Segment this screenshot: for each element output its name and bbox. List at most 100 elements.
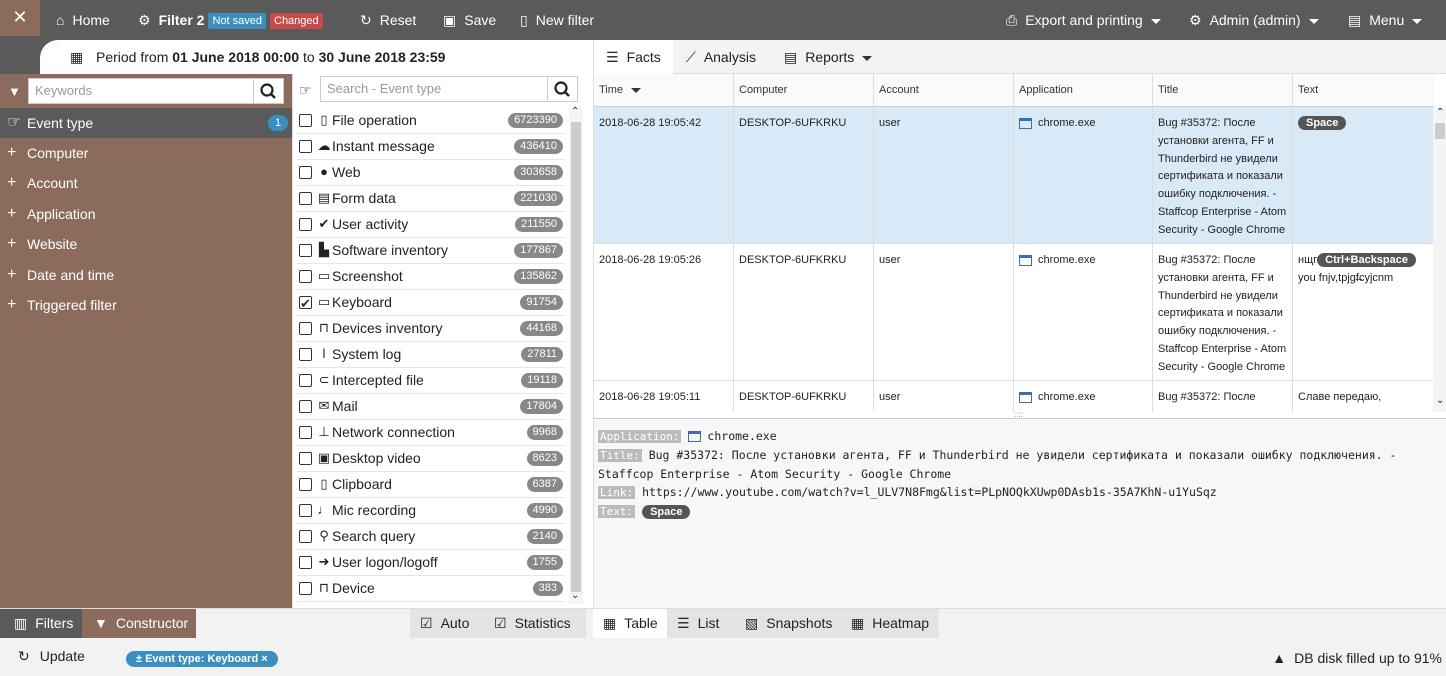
event-type-item[interactable]: ⊓ Devices inventory 44168	[297, 316, 565, 342]
home-button[interactable]: ⌂ Home	[56, 0, 110, 40]
event-type-item[interactable]: ▣ Desktop video 8623	[297, 446, 565, 472]
table-row[interactable]: 2018-06-28 19:05:42 DESKTOP-6UFKRKU user ch…	[594, 107, 1434, 244]
filter-title[interactable]: ⚙ Filter 2 Not saved Changed	[138, 0, 323, 40]
checkbox[interactable]	[299, 556, 312, 569]
chevron-up-icon[interactable]: ⌃	[1436, 107, 1444, 118]
cell-application: chrome.exe	[1014, 107, 1153, 243]
active-filter-tag[interactable]: ± Event type: Keyboard ×	[126, 651, 278, 667]
auto-toggle[interactable]: ☑ Auto	[410, 609, 484, 639]
checkbox[interactable]	[299, 114, 312, 127]
chevron-up-icon[interactable]: ⌃	[571, 106, 579, 117]
category-date-time[interactable]: + Date and time	[0, 260, 292, 290]
event-type-item[interactable]: ☁ Instant message 436410	[297, 134, 565, 160]
event-type-item[interactable]: ● Web 303658	[297, 160, 565, 186]
checkbox[interactable]	[299, 374, 312, 387]
event-type-search-input[interactable]: Search - Event type	[320, 76, 548, 102]
event-type-search-button[interactable]	[548, 76, 578, 102]
event-type-item[interactable]: ⊓ Device 383	[297, 576, 565, 602]
event-type-item[interactable]: ♩ Mic recording 4990	[297, 498, 565, 524]
update-button[interactable]: ↻ Update	[18, 648, 85, 665]
category-website[interactable]: + Website	[0, 229, 292, 259]
column-header-title[interactable]: Title	[1153, 74, 1293, 107]
reset-button[interactable]: ↻ Reset	[360, 0, 416, 40]
detail-label-text: Text:	[598, 505, 636, 518]
chevron-down-icon[interactable]: ⌄	[1436, 395, 1444, 406]
event-type-label: User activity	[332, 216, 409, 232]
column-header-time[interactable]: Time	[594, 74, 734, 107]
event-type-item[interactable]: ▙ Software inventory 177867	[297, 238, 565, 264]
table-row[interactable]: 2018-06-28 19:05:26 DESKTOP-6UFKRKU user ch…	[594, 244, 1434, 381]
checkbox[interactable]	[299, 400, 312, 413]
category-event-type[interactable]: ☞ Event type 1	[0, 108, 292, 138]
category-application[interactable]: + Application	[0, 199, 292, 229]
checkbox[interactable]	[299, 322, 312, 335]
chevron-down-icon[interactable]: ⌄	[571, 590, 579, 601]
tab-reports[interactable]: ▤ Reports	[784, 40, 873, 74]
event-type-item[interactable]: ▭Keyboard 91754	[297, 290, 565, 316]
checkbox[interactable]	[299, 166, 312, 179]
checkbox[interactable]	[299, 452, 312, 465]
category-computer[interactable]: + Computer	[0, 138, 292, 168]
tab-facts[interactable]: ☰ Facts	[594, 40, 673, 74]
tab-list[interactable]: ☰ List	[667, 609, 735, 639]
checkbox[interactable]	[299, 582, 312, 595]
checkbox[interactable]	[299, 244, 312, 257]
event-list-scrollbar[interactable]: ⌃ ⌄	[569, 106, 583, 604]
event-type-item[interactable]: ➜ User logon/logoff 1755	[297, 550, 565, 576]
save-button[interactable]: ▣ Save	[443, 0, 496, 40]
checkbox[interactable]	[299, 348, 312, 361]
main-menu[interactable]: ▤ Menu	[1348, 0, 1423, 40]
cell-title: Bug #35372: После установки агента, FF и…	[1153, 107, 1293, 243]
checkbox-checked[interactable]	[299, 292, 312, 316]
detail-link[interactable]: https://www.youtube.com/watch?v=l_ULV7N8…	[642, 485, 1217, 499]
event-type-item[interactable]: ▯ File operation 6723390	[297, 108, 565, 134]
table-scrollbar[interactable]: ⌃ ⌄	[1433, 107, 1446, 412]
checkbox[interactable]	[299, 218, 312, 231]
event-type-item[interactable]: ▯ Clipboard 6387	[297, 472, 565, 498]
event-type-item[interactable]: ⊥ Network connection 9968	[297, 420, 565, 446]
cell-application: chrome.exe	[1014, 244, 1153, 380]
checkbox[interactable]	[299, 192, 312, 205]
cell-time: 2018-06-28 19:05:42	[594, 107, 734, 243]
checkbox[interactable]	[299, 504, 312, 517]
scrollbar-thumb[interactable]	[1435, 123, 1445, 139]
tab-constructor[interactable]: ▼ Constructor	[82, 609, 196, 639]
tab-snapshots[interactable]: ▧ Snapshots	[735, 609, 841, 639]
keywords-input[interactable]: Keywords	[28, 78, 254, 104]
checkbox[interactable]	[299, 270, 312, 283]
event-type-item[interactable]: ✔ User activity 211550	[297, 212, 565, 238]
tab-heatmap[interactable]: ▦ Heatmap	[841, 609, 939, 639]
cell-title: Bug #35372: После	[1153, 381, 1293, 412]
event-type-item[interactable]: ✉ Mail 17804	[297, 394, 565, 420]
event-type-item[interactable]: ǀ System log 27811	[297, 342, 565, 368]
close-button[interactable]: ✕	[0, 0, 40, 36]
checkbox[interactable]	[299, 530, 312, 543]
category-triggered-filter[interactable]: + Triggered filter	[0, 290, 292, 320]
column-header-computer[interactable]: Computer	[734, 74, 874, 107]
tab-analysis[interactable]: ⟋ Analysis	[686, 40, 756, 74]
tab-filters[interactable]: ▥ Filters	[0, 609, 82, 639]
tab-table[interactable]: ▦ Table	[593, 609, 667, 639]
table-row[interactable]: 2018-06-28 19:05:11 DESKTOP-6UFKRKU user ch…	[594, 381, 1434, 412]
period-selector[interactable]: ▦ Period from 01 June 2018 00:00 to 30 J…	[40, 40, 590, 74]
checkbox[interactable]	[299, 426, 312, 439]
export-button[interactable]: ⎙ Export and printing	[1006, 0, 1161, 40]
detail-label-title: Title:	[598, 449, 642, 462]
checkbox[interactable]	[299, 478, 312, 491]
event-type-item[interactable]: ▭ Screenshot 135862	[297, 264, 565, 290]
event-type-item[interactable]: ⊂ Intercepted file 19118	[297, 368, 565, 394]
cell-text: нщг Ctrl+Backspace you fnjv,tpjgf̶cyjcnm	[1293, 244, 1434, 380]
new-filter-button[interactable]: ▯ New filter	[520, 0, 594, 40]
scrollbar-thumb[interactable]	[571, 122, 581, 592]
admin-menu[interactable]: ⚙ Admin (admin)	[1189, 0, 1319, 40]
event-type-item[interactable]: ▤ Form data 221030	[297, 186, 565, 212]
statistics-toggle[interactable]: ☑ Statistics	[484, 609, 586, 639]
keywords-search-button[interactable]	[254, 78, 284, 104]
globe-icon: ●	[320, 164, 328, 179]
category-account[interactable]: + Account	[0, 168, 292, 198]
checkbox[interactable]	[299, 140, 312, 153]
column-header-text[interactable]: Text	[1293, 74, 1434, 107]
column-header-account[interactable]: Account	[874, 74, 1014, 107]
column-header-application[interactable]: Application	[1014, 74, 1153, 107]
event-type-item[interactable]: ⚲ Search query 2140	[297, 524, 565, 550]
